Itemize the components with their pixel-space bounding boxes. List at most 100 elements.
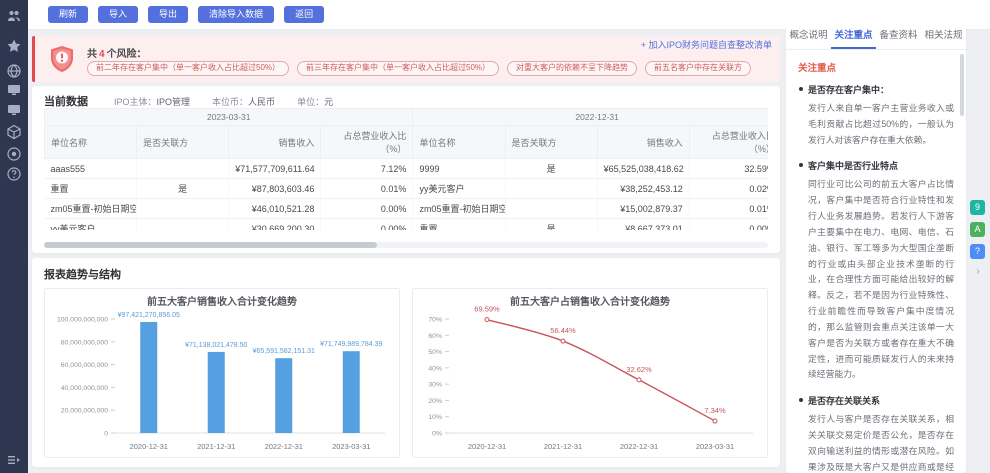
- table-cell[interactable]: 0.01%: [321, 179, 413, 199]
- table-cell[interactable]: zm05重置-初始日期空: [45, 199, 137, 219]
- expand-chevron-icon[interactable]: ›: [970, 266, 986, 277]
- table-row: yy美元客户¥30,669,200.300.00%重置是¥8,667,373.0…: [45, 219, 769, 231]
- section-body: 发行人来自单一客户主营业务收入或毛利贡献占比超过50%的，一般认为发行人对该客户…: [798, 101, 954, 148]
- section-body: 同行业可比公司的前五大客户占比情况，客户集中是否符合行业特性和发行人业务发展趋势…: [798, 177, 954, 383]
- disc-icon[interactable]: [6, 146, 22, 162]
- svg-text:56.44%: 56.44%: [550, 326, 576, 335]
- service-help-icon[interactable]: ?: [970, 244, 985, 259]
- add-to-checklist-link[interactable]: + 加入IPO财务问题自查整改清单: [641, 38, 772, 51]
- table-cell[interactable]: 是: [505, 159, 597, 179]
- bar-3[interactable]: [343, 351, 360, 433]
- collapse-menu-icon[interactable]: [6, 452, 22, 468]
- table-columns-row: 单位名称是否关联方销售收入占总营业收入比（%）单位名称是否关联方销售收入占总营业…: [45, 126, 769, 159]
- column-header-4: 单位名称: [413, 126, 505, 159]
- meta-item-0: IPO主体：IPO管理: [114, 97, 190, 107]
- service-chat-icon[interactable]: 9: [970, 200, 985, 215]
- table-cell[interactable]: [137, 219, 229, 231]
- line-point-2[interactable]: [637, 378, 641, 382]
- table-cell[interactable]: aaas555: [45, 159, 137, 179]
- column-header-6: 销售收入: [597, 126, 689, 159]
- table-cell[interactable]: 是: [505, 219, 597, 231]
- package-icon[interactable]: [6, 124, 22, 140]
- column-header-5: 是否关联方: [505, 126, 597, 159]
- monitor-icon-2[interactable]: [6, 102, 22, 118]
- meta-value: IPO管理: [157, 97, 191, 107]
- service-agent-icon[interactable]: A: [970, 222, 985, 237]
- table-cell[interactable]: 0.02%: [689, 179, 768, 199]
- help-circle-icon[interactable]: [6, 166, 22, 182]
- line-point-3[interactable]: [713, 419, 717, 423]
- table-cell[interactable]: [505, 179, 597, 199]
- svg-text:2022-12-31: 2022-12-31: [620, 442, 658, 451]
- svg-text:30%: 30%: [428, 382, 442, 389]
- table-cell[interactable]: 0.01%: [689, 199, 768, 219]
- toolbar-button-4[interactable]: 返回: [284, 6, 324, 23]
- table-cell[interactable]: 7.12%: [321, 159, 413, 179]
- bar-0[interactable]: [140, 322, 157, 433]
- knowledge-tabs: 概念说明关注重点备查资料相关法规: [786, 24, 966, 50]
- section-body: 发行人与客户是否存在关联关系，相关关联交易定价是否公允，是否存在双向输送利益的情…: [798, 412, 954, 473]
- table-cell[interactable]: 0.00%: [689, 219, 768, 231]
- horizontal-scrollbar[interactable]: [44, 242, 768, 248]
- table-cell[interactable]: 32.59%: [689, 159, 768, 179]
- table-cell[interactable]: [505, 199, 597, 219]
- svg-text:¥71,138,021,478.50: ¥71,138,021,478.50: [185, 342, 247, 349]
- tab-关注重点[interactable]: 关注重点: [831, 24, 876, 49]
- table-cell[interactable]: yy美元客户: [45, 219, 137, 231]
- tab-备查资料[interactable]: 备查资料: [876, 24, 921, 49]
- table-cell[interactable]: 0.00%: [321, 219, 413, 231]
- svg-text:80,000,000,000: 80,000,000,000: [61, 339, 108, 346]
- table-cell[interactable]: 是: [137, 179, 229, 199]
- table-cell[interactable]: [137, 199, 229, 219]
- risk-tag-3: 前五名客户中存在关联方: [645, 61, 751, 76]
- table-cell[interactable]: ¥71,577,709,611.64: [229, 159, 321, 179]
- line-point-1[interactable]: [561, 339, 565, 343]
- toolbar-button-3[interactable]: 清除导入数据: [198, 6, 274, 23]
- table-cell[interactable]: ¥87,803,603.46: [229, 179, 321, 199]
- globe-icon[interactable]: [6, 63, 22, 79]
- risk-count: 4: [97, 49, 107, 60]
- table-cell[interactable]: 0.00%: [321, 199, 413, 219]
- risk-tag-0: 前二年存在客户集中（单一客户收入占比超过50%）: [87, 61, 289, 76]
- tab-相关法规[interactable]: 相关法规: [921, 24, 966, 49]
- svg-text:7.34%: 7.34%: [704, 406, 726, 415]
- table-cell[interactable]: 9999: [413, 159, 505, 179]
- monitor-icon[interactable]: [6, 82, 22, 98]
- section-title: 客户集中是否行业特点: [798, 159, 954, 172]
- toolbar-button-2[interactable]: 导出: [148, 6, 188, 23]
- table-cell[interactable]: [137, 159, 229, 179]
- toolbar-button-1[interactable]: 导入: [98, 6, 138, 23]
- knowledge-heading: 关注重点: [798, 60, 954, 74]
- column-header-3: 占总营业收入比（%）: [321, 126, 413, 159]
- toolbar-button-0[interactable]: 刷新: [48, 6, 88, 23]
- table-cell[interactable]: 重置: [45, 179, 137, 199]
- tab-概念说明[interactable]: 概念说明: [786, 24, 831, 49]
- risk-banner: + 加入IPO财务问题自查整改清单 共4个风险： 前二年存在客户集中（单一客户收…: [32, 36, 780, 82]
- table-cell[interactable]: ¥15,002,879.37: [597, 199, 689, 219]
- table-cell[interactable]: zm05重置-初始日期空: [413, 199, 505, 219]
- table-cell[interactable]: 重置: [413, 219, 505, 231]
- panel-scrollbar-thumb[interactable]: [960, 54, 964, 116]
- org-people-icon[interactable]: [6, 8, 22, 24]
- line-point-0[interactable]: [485, 318, 489, 322]
- bar-1[interactable]: [208, 352, 225, 433]
- svg-text:70%: 70%: [428, 317, 442, 324]
- risk-tag-1: 前三年存在客户集中（单一客户收入占比超过50%）: [297, 61, 499, 76]
- table-cell[interactable]: ¥8,667,373.01: [597, 219, 689, 231]
- period-header-0: 2023-03-31: [45, 109, 413, 126]
- horizontal-scrollbar-thumb[interactable]: [44, 242, 377, 248]
- current-data-card: 当前数据 IPO主体：IPO管理本位币：人民币单位：元 2023-03-3120…: [32, 86, 780, 253]
- table-cell[interactable]: yy美元客户: [413, 179, 505, 199]
- svg-text:2021-12-31: 2021-12-31: [197, 442, 235, 451]
- table-cell[interactable]: ¥38,252,453.12: [597, 179, 689, 199]
- table-cell[interactable]: ¥30,669,200.30: [229, 219, 321, 231]
- bar-2[interactable]: [275, 358, 292, 433]
- table-cell[interactable]: ¥65,525,038,418.62: [597, 159, 689, 179]
- column-header-0: 单位名称: [45, 126, 137, 159]
- star-icon[interactable]: [6, 38, 22, 54]
- left-sidebar: [0, 0, 28, 473]
- section-title: 是否存在关联关系: [798, 394, 954, 407]
- svg-text:¥97,421,270,856.05: ¥97,421,270,856.05: [118, 312, 180, 319]
- app-window: 刷新导入导出清除导入数据返回 + 加入IPO财务问题自查整改清单 共4个风险： …: [0, 0, 990, 473]
- table-cell[interactable]: ¥46,010,521.28: [229, 199, 321, 219]
